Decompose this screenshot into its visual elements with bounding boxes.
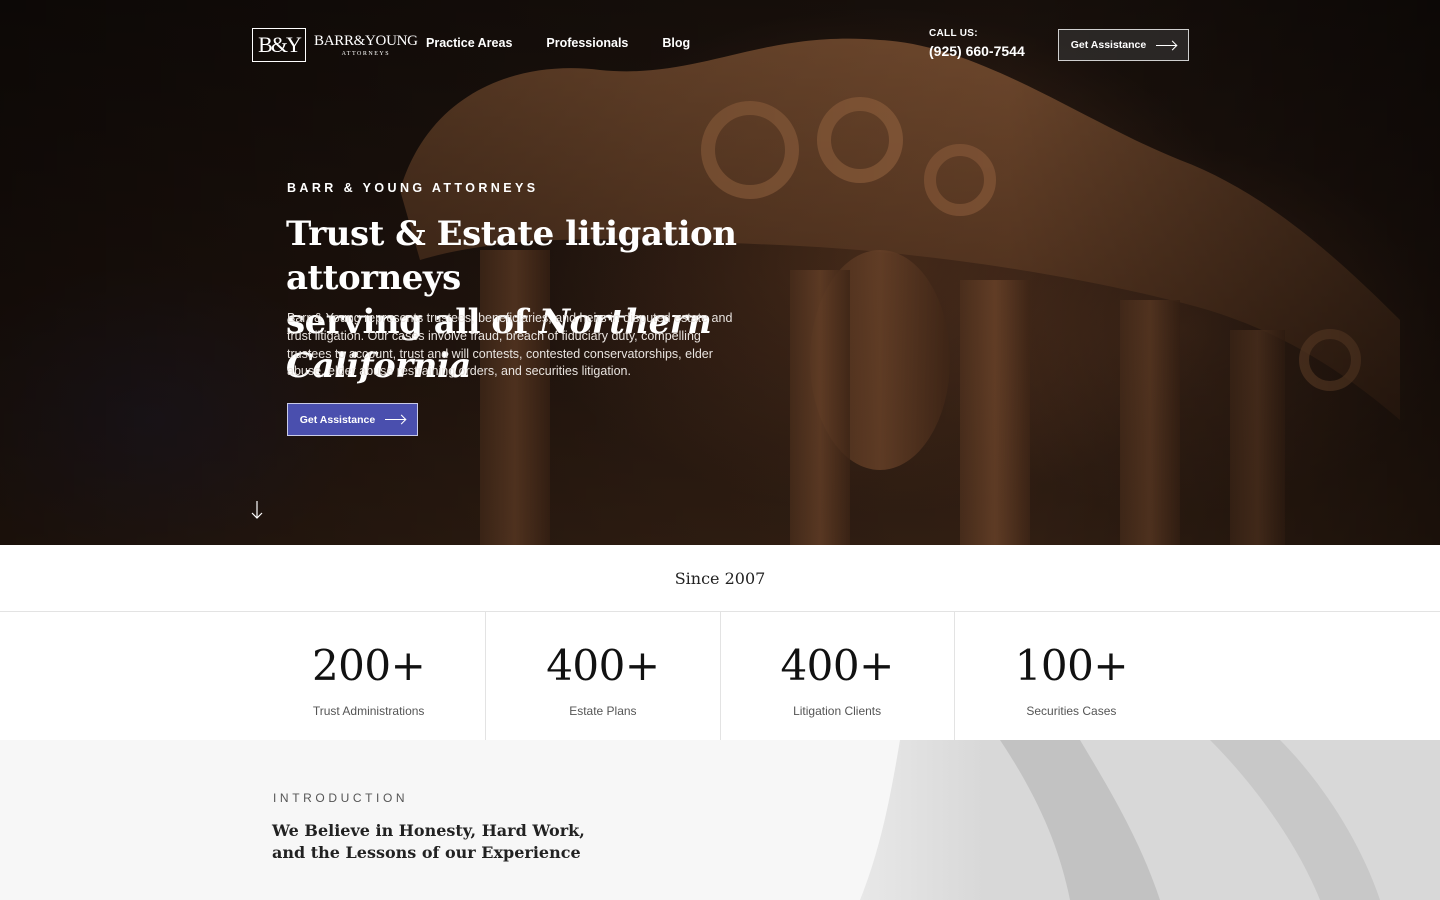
logo-name: BARR&YOUNG bbox=[314, 32, 418, 49]
arrow-down-icon[interactable] bbox=[250, 500, 264, 520]
logo-subtitle: ATTORNEYS bbox=[341, 50, 391, 57]
arrow-right-icon bbox=[385, 419, 406, 420]
site-logo[interactable]: B&Y BARR&YOUNG ATTORNEYS bbox=[252, 28, 418, 62]
hero-section: B&Y BARR&YOUNG ATTORNEYS Practice Areas … bbox=[0, 0, 1440, 545]
stat-label: Litigation Clients bbox=[793, 704, 882, 718]
hero-headline-line1: Trust & Estate litigation attorneys bbox=[286, 214, 737, 298]
hero-cta-label: Get Assistance bbox=[299, 413, 376, 426]
header-get-assistance-button[interactable]: Get Assistance bbox=[1058, 29, 1189, 61]
stat-value: 400+ bbox=[780, 641, 894, 690]
stat-value: 400+ bbox=[546, 641, 660, 690]
logo-monogram: B&Y bbox=[252, 28, 306, 62]
intro-label: INTRODUCTION bbox=[273, 791, 409, 805]
stat-value: 100+ bbox=[1014, 641, 1129, 690]
stat-item: 400+ Litigation Clients bbox=[719, 612, 954, 740]
stat-value: 200+ bbox=[311, 641, 426, 690]
introduction-section: INTRODUCTION We Believe in Honesty, Hard… bbox=[0, 740, 1440, 900]
stat-item: 400+ Estate Plans bbox=[485, 612, 719, 740]
phone-number[interactable]: (925) 660-7544 bbox=[929, 43, 1025, 59]
stat-item: 200+ Trust Administrations bbox=[252, 612, 485, 740]
stat-label: Securities Cases bbox=[1026, 704, 1117, 718]
intro-title: We Believe in Honesty, Hard Work, and th… bbox=[272, 821, 585, 862]
nav-professionals[interactable]: Professionals bbox=[546, 36, 628, 50]
since-banner: Since 2007 bbox=[0, 545, 1440, 612]
stat-label: Trust Administrations bbox=[312, 704, 425, 718]
call-us: CALL US: (925) 660-7544 bbox=[929, 28, 1025, 59]
main-nav: Practice Areas Professionals Blog bbox=[426, 36, 690, 50]
arrow-right-icon bbox=[1156, 44, 1177, 46]
stat-item: 100+ Securities Cases bbox=[953, 612, 1188, 740]
header-cta-label: Get Assistance bbox=[1070, 39, 1147, 51]
stats-row: 200+ Trust Administrations 400+ Estate P… bbox=[252, 612, 1188, 740]
hero-description: Barr & Young represents trustees, benefi… bbox=[287, 311, 733, 379]
nav-blog[interactable]: Blog bbox=[662, 36, 690, 50]
stat-label: Estate Plans bbox=[569, 704, 637, 718]
nav-practice-areas[interactable]: Practice Areas bbox=[426, 36, 512, 50]
intro-background-image bbox=[740, 740, 1440, 900]
hero-eyebrow: BARR & YOUNG ATTORNEYS bbox=[287, 181, 539, 195]
logo-wordmark: BARR&YOUNG ATTORNEYS bbox=[314, 32, 418, 57]
hero-get-assistance-button[interactable]: Get Assistance bbox=[287, 403, 418, 436]
call-us-label: CALL US: bbox=[929, 28, 978, 39]
